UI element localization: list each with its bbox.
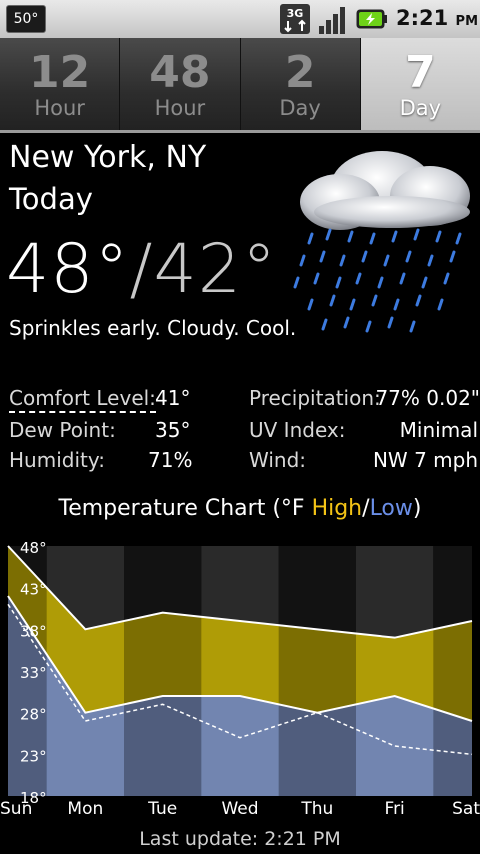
chart-title-high: High: [311, 496, 363, 521]
x-tick-label: Tue: [147, 799, 177, 819]
tab-number: 12: [29, 47, 91, 98]
tab-number: 7: [405, 47, 436, 98]
uv-index-label: UV Index:: [249, 418, 346, 442]
last-update: Last update: 2:21 PM: [139, 828, 341, 850]
y-tick-label: 38°: [20, 622, 47, 640]
x-tick-label: Mon: [67, 799, 103, 819]
wind-value: NW 7 mph: [372, 448, 478, 472]
x-tick-label: Thu: [300, 799, 333, 819]
humidity-label: Humidity:: [9, 448, 105, 472]
tab-7-day[interactable]: 7 Day: [360, 38, 480, 130]
day-label: Today: [9, 182, 93, 216]
precipitation-value: 77% 0.02": [375, 386, 480, 410]
clock: 2:21 PM: [396, 6, 478, 30]
condition-text: Sprinkles early. Cloudy. Cool.: [9, 316, 297, 340]
low-temp: 42°: [153, 230, 277, 309]
y-tick-label: 48°: [20, 539, 47, 557]
tab-12-hour[interactable]: 12 Hour: [0, 38, 121, 130]
y-tick-label: 43°: [20, 581, 47, 599]
chart-title: Temperature Chart (°F High/Low): [0, 496, 480, 521]
chart-band-shade: [433, 546, 472, 796]
location-name[interactable]: New York, NY: [9, 140, 206, 175]
battery-charging-icon: [356, 9, 387, 29]
x-tick-label: Fri: [385, 799, 405, 819]
clock-time: 2:21: [396, 6, 449, 30]
forecast-tabs: 12 Hour 48 Hour 2 Day 7 Day: [0, 38, 480, 130]
wind-label: Wind:: [249, 448, 307, 472]
x-tick-label: Sat: [452, 799, 480, 819]
temperature-chart: 48°43°38°33°28°23°18°Sun Mon Tue Wed Thu Fri S…: [0, 539, 480, 819]
humidity-value: 71%: [148, 448, 193, 472]
comfort-level-label[interactable]: Comfort Level:: [9, 386, 156, 413]
tab-number: 2: [284, 47, 316, 98]
chart-band-shade: [278, 546, 356, 796]
y-tick-label: 28°: [20, 706, 47, 724]
x-tick-label: Wed: [221, 799, 258, 819]
signal-strength-icon: [319, 7, 345, 34]
cloud-rain-icon: [293, 151, 470, 333]
tab-label: Day: [279, 96, 321, 120]
chart-title-low: Low: [369, 496, 413, 521]
temperature-badge: 50°: [6, 5, 46, 33]
tab-48-hour[interactable]: 48 Hour: [120, 38, 241, 130]
x-tick-label: Sun: [0, 799, 32, 819]
network-label: 3G: [287, 7, 304, 20]
chart-title-prefix: Temperature Chart (°F: [58, 496, 312, 521]
temp-separator: /: [129, 230, 154, 309]
clock-ampm: PM: [455, 14, 479, 29]
tab-2-day[interactable]: 2 Day: [240, 38, 361, 130]
tab-number: 48: [149, 47, 211, 98]
chart-title-slash: /: [362, 496, 370, 521]
y-tick-label: 33°: [20, 664, 47, 682]
precipitation-label: Precipitation:: [249, 386, 381, 410]
dew-point-label: Dew Point:: [9, 418, 116, 442]
chart-title-suffix: ): [412, 496, 422, 521]
status-bar: 50° 3G 2:21 PM: [0, 0, 480, 38]
tab-label: Hour: [154, 96, 206, 120]
chart-band-shade: [124, 546, 202, 796]
network-3g-icon: 3G: [280, 4, 310, 34]
y-tick-label: 23°: [20, 747, 47, 765]
tab-label: Hour: [34, 96, 85, 120]
high-low-temperature: 48°/42°: [6, 230, 277, 309]
dew-point-value: 35°: [155, 418, 191, 442]
comfort-level-value: 41°: [155, 386, 191, 410]
tab-underline: [0, 130, 480, 133]
high-temp: 48°: [6, 230, 130, 309]
uv-index-value: Minimal: [399, 418, 478, 442]
tab-label: Day: [399, 96, 442, 120]
